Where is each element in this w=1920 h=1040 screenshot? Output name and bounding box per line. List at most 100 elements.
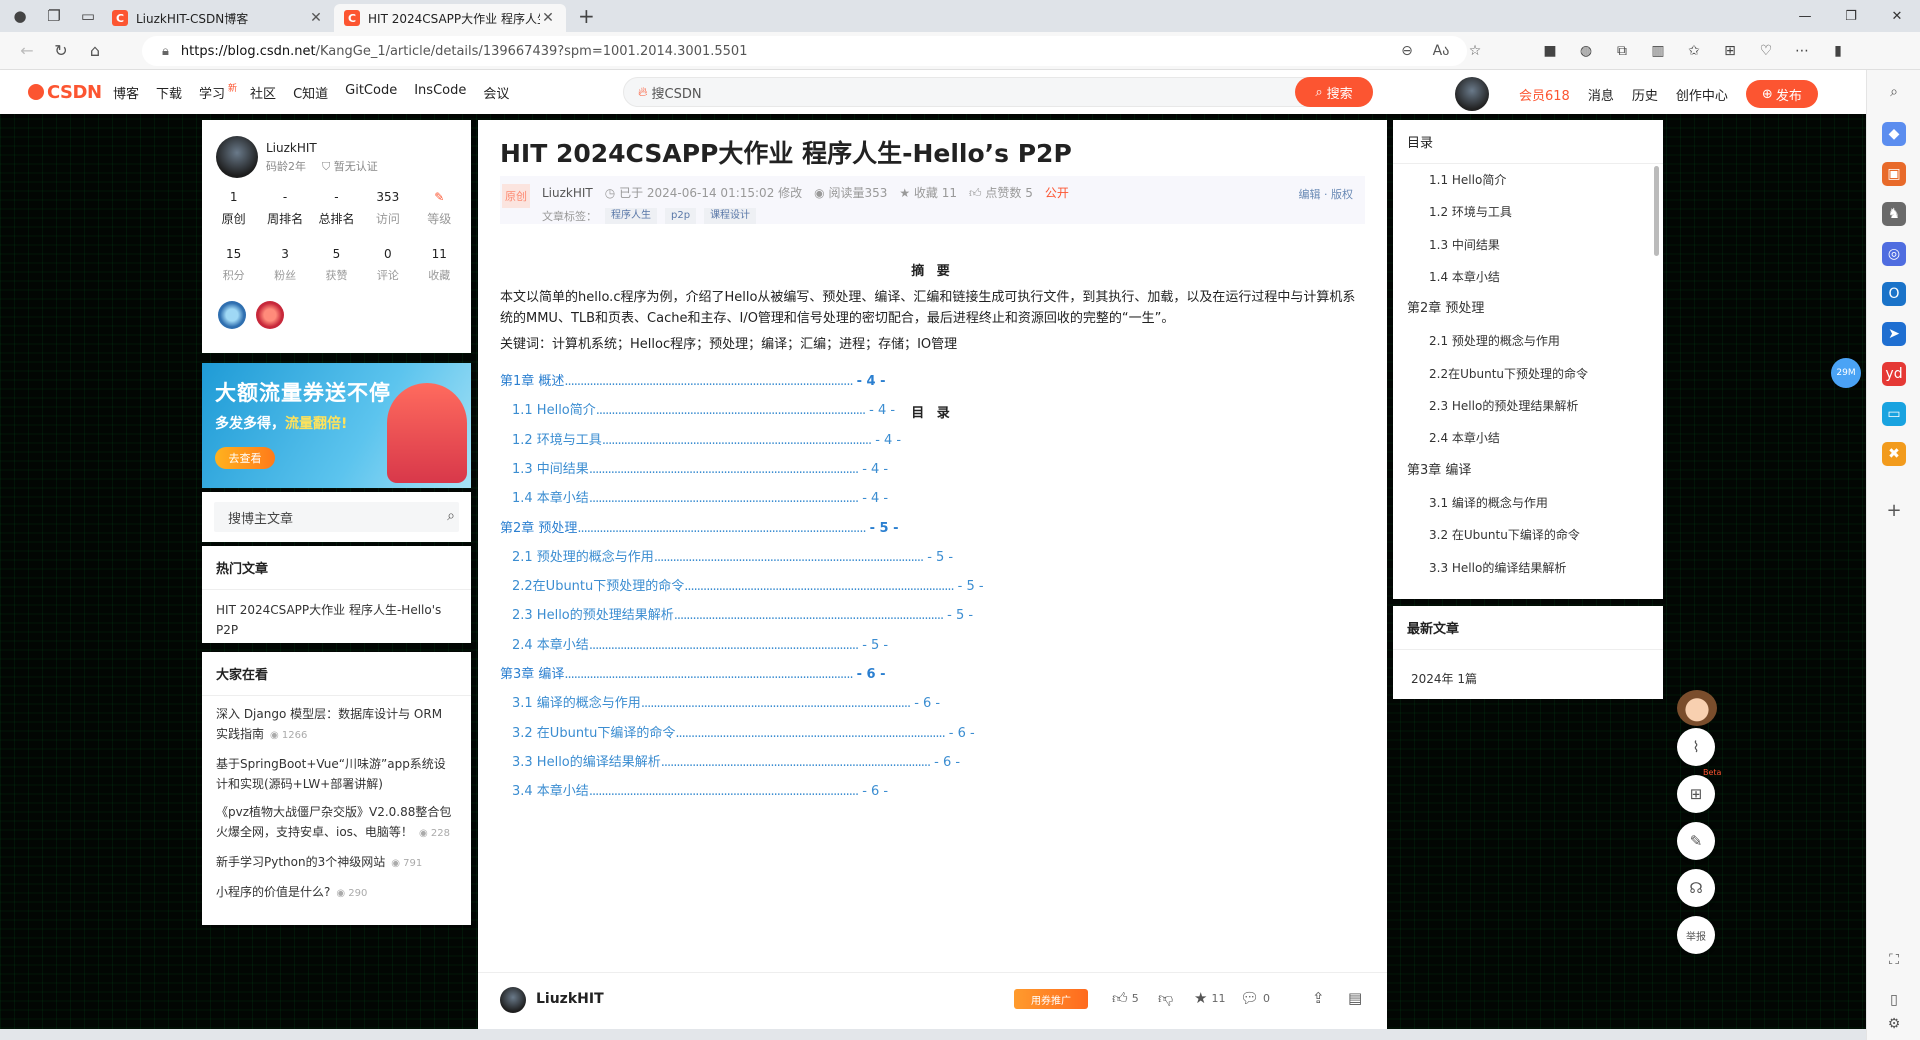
hide-sidebar-icon[interactable]: ▯ xyxy=(1882,988,1906,1012)
side-toc-item[interactable]: 3.1 编译的概念与作用 xyxy=(1393,487,1663,519)
tab-actions-icon[interactable]: ▭ xyxy=(74,2,102,30)
author-name[interactable]: LiuzkHIT xyxy=(266,141,378,155)
nav-cknow[interactable]: C知道 xyxy=(293,83,328,102)
side-toc-item[interactable]: 2.1 预处理的概念与作用 xyxy=(1393,325,1663,357)
csdn-search-button[interactable]: ⌕ 搜索 xyxy=(1295,77,1373,107)
more-icon[interactable]: ⋯ xyxy=(1784,36,1820,66)
url-field[interactable]: 🔒︎ https://blog.csdn.net/KangGe_1/articl… xyxy=(142,36,1467,66)
trending-item[interactable]: 基于SpringBoot+Vue“川味游”app系统设计和实现(源码+LW+部署… xyxy=(202,754,471,794)
profile-icon[interactable]: ● xyxy=(6,2,34,30)
side-toc-item[interactable]: 2.3 Hello的预处理结果解析 xyxy=(1393,390,1663,422)
send-icon[interactable]: ➤ xyxy=(1882,322,1906,346)
toc-link[interactable]: 第3章 编译..................................… xyxy=(500,663,885,682)
tag-link[interactable]: 程序人生 xyxy=(605,208,657,224)
blog-search-input[interactable]: 搜博主文章 xyxy=(214,502,459,532)
toc-link[interactable]: 1.2 环境与工具...............................… xyxy=(512,429,901,448)
add-icon[interactable]: + xyxy=(1882,498,1906,522)
tag-link[interactable]: 课程设计 xyxy=(704,208,757,224)
toc-link[interactable]: 2.3 Hello的预处理结果解析.......................… xyxy=(512,604,973,623)
extensions-icon[interactable]: ⧉ xyxy=(1604,36,1640,66)
toc-link[interactable]: 1.3 中间结果................................… xyxy=(512,458,888,477)
side-toc-item[interactable]: 1.4 本章小结 xyxy=(1393,261,1663,293)
archive-year-link[interactable]: 2024年 1篇 xyxy=(1393,650,1663,707)
outlook-icon[interactable]: O xyxy=(1882,282,1906,306)
history-link[interactable]: 历史 xyxy=(1632,85,1658,104)
toc-link[interactable]: 1.1 Hello简介.............................… xyxy=(512,399,895,418)
extension-icon[interactable]: ■ xyxy=(1532,36,1568,66)
note-tool-icon[interactable]: ✎ xyxy=(1677,822,1715,860)
messages-link[interactable]: 消息 xyxy=(1588,85,1614,104)
performance-icon[interactable]: ♡ xyxy=(1748,36,1784,66)
article-author[interactable]: LiuzkHIT xyxy=(542,186,593,200)
trending-item[interactable]: 《pvz植物大战僵尸杂交版》V2.0.88整合包火爆全网，支持安卓、ios、电脑… xyxy=(202,802,471,844)
stat-level[interactable]: ✎ 等级 xyxy=(414,190,464,227)
toc-link[interactable]: 第2章 预处理.................................… xyxy=(500,517,898,536)
browser-tab-article[interactable]: C HIT 2024CSAPP大作业 程序人生-Hello’s P2P ✕ xyxy=(334,4,566,32)
collections-icon[interactable]: ⊞ xyxy=(1712,36,1748,66)
favorites-icon[interactable]: ✩ xyxy=(1676,36,1712,66)
app-icon[interactable]: ✖ xyxy=(1882,442,1906,466)
stat-week-rank[interactable]: - 周排名 xyxy=(260,190,310,227)
chart-tool-icon[interactable]: ⌇ xyxy=(1677,728,1715,766)
nav-blog[interactable]: 博客 xyxy=(113,83,139,102)
side-toc-item[interactable]: 1.2 环境与工具 xyxy=(1393,196,1663,228)
toolbox-icon[interactable]: ▣ xyxy=(1882,162,1906,186)
toc-link[interactable]: 2.4 本章小结................................… xyxy=(512,634,888,653)
trending-item[interactable]: 深入 Django 模型层：数据库设计与 ORM 实践指南 ◉ 1266 xyxy=(202,704,471,746)
stat-total-rank[interactable]: - 总排名 xyxy=(311,190,361,227)
edit-link[interactable]: 编辑 xyxy=(1299,188,1321,201)
download-bubble[interactable]: 29M xyxy=(1831,358,1861,388)
nav-learn[interactable]: 学习新 xyxy=(199,83,237,102)
toc-link[interactable]: 2.2在Ubuntu下预处理的命令.......................… xyxy=(512,575,984,594)
badge-2-icon[interactable] xyxy=(256,301,284,329)
nav-inscode[interactable]: InsCode xyxy=(414,83,466,102)
pdf-button[interactable]: ▤ xyxy=(1348,989,1362,1007)
toc-link[interactable]: 1.4 本章小结................................… xyxy=(512,487,888,506)
restore-icon[interactable]: ❐ xyxy=(1828,0,1874,32)
tag-link[interactable]: p2p xyxy=(665,208,697,224)
zoom-icon[interactable]: ⊖ xyxy=(1390,36,1424,66)
settings-icon[interactable]: ⚙ xyxy=(1882,1012,1906,1036)
dislike-button[interactable]: 👎︎ xyxy=(1158,989,1173,1008)
refresh-icon[interactable]: ↻ xyxy=(44,36,78,66)
author-avatar[interactable] xyxy=(216,136,258,178)
toc-link[interactable]: 2.1 预处理的概念与作用...........................… xyxy=(512,546,953,565)
toc-link[interactable]: 3.1 编译的概念与作用............................… xyxy=(512,692,940,711)
toc-link[interactable]: 3.4 本章小结................................… xyxy=(512,780,888,799)
nav-download[interactable]: 下载 xyxy=(156,83,182,102)
chess-icon[interactable]: ♞ xyxy=(1882,202,1906,226)
support-icon[interactable]: ☊ xyxy=(1677,869,1715,907)
side-toc-item[interactable]: 第3章 编译 xyxy=(1393,455,1663,487)
stat-fans[interactable]: 3 粉丝 xyxy=(260,247,310,283)
new-tab-icon[interactable]: + xyxy=(578,4,595,28)
side-toc-scrollbar[interactable] xyxy=(1654,166,1659,256)
user-avatar[interactable] xyxy=(1455,77,1489,111)
promote-button[interactable]: 用券推广 xyxy=(1014,989,1088,1009)
screenshot-icon[interactable]: ⛶ xyxy=(1882,948,1906,972)
ai-tool-icon[interactable]: ⊞ xyxy=(1677,775,1715,813)
share-button[interactable]: ⇪ xyxy=(1312,989,1325,1007)
mascot-icon[interactable] xyxy=(1677,690,1717,726)
copilot-icon[interactable]: ◎ xyxy=(1882,242,1906,266)
split-screen-icon[interactable]: ▥ xyxy=(1640,36,1676,66)
close-tab-icon[interactable]: ✕ xyxy=(308,10,324,26)
trending-item[interactable]: 小程序的价值是什么? ◉ 290 xyxy=(202,882,471,904)
csdn-logo[interactable]: CSDN xyxy=(28,82,103,103)
article-likes[interactable]: 👍︎ 点赞数 5 xyxy=(969,184,1033,201)
copyright-link[interactable]: 版权 xyxy=(1331,188,1353,201)
sidebar-toggle-icon[interactable]: ▮ xyxy=(1820,36,1856,66)
toc-link[interactable]: 3.2 在Ubuntu下编译的命令.......................… xyxy=(512,722,975,741)
toc-link[interactable]: 3.3 Hello的编译结果解析........................… xyxy=(512,751,960,770)
nav-meeting[interactable]: 会议 xyxy=(483,83,509,102)
favorite-button[interactable]: ★ 11 xyxy=(1194,989,1225,1007)
report-button[interactable]: 举报 xyxy=(1677,916,1715,954)
workspaces-icon[interactable]: ❐ xyxy=(40,2,68,30)
hot-article-link[interactable]: HIT 2024CSAPP大作业 程序人生-Hello's P2P xyxy=(202,590,471,650)
csdn-search-input[interactable]: 🔥︎ 搜CSDN xyxy=(623,77,1373,107)
side-toc-item[interactable]: 第2章 预处理 xyxy=(1393,293,1663,325)
minimize-icon[interactable]: — xyxy=(1782,0,1828,32)
back-icon[interactable]: ← xyxy=(10,36,44,66)
nav-gitcode[interactable]: GitCode xyxy=(345,83,397,102)
badge-1-icon[interactable] xyxy=(218,301,246,329)
toc-link[interactable]: 第1章 概述..................................… xyxy=(500,370,885,389)
